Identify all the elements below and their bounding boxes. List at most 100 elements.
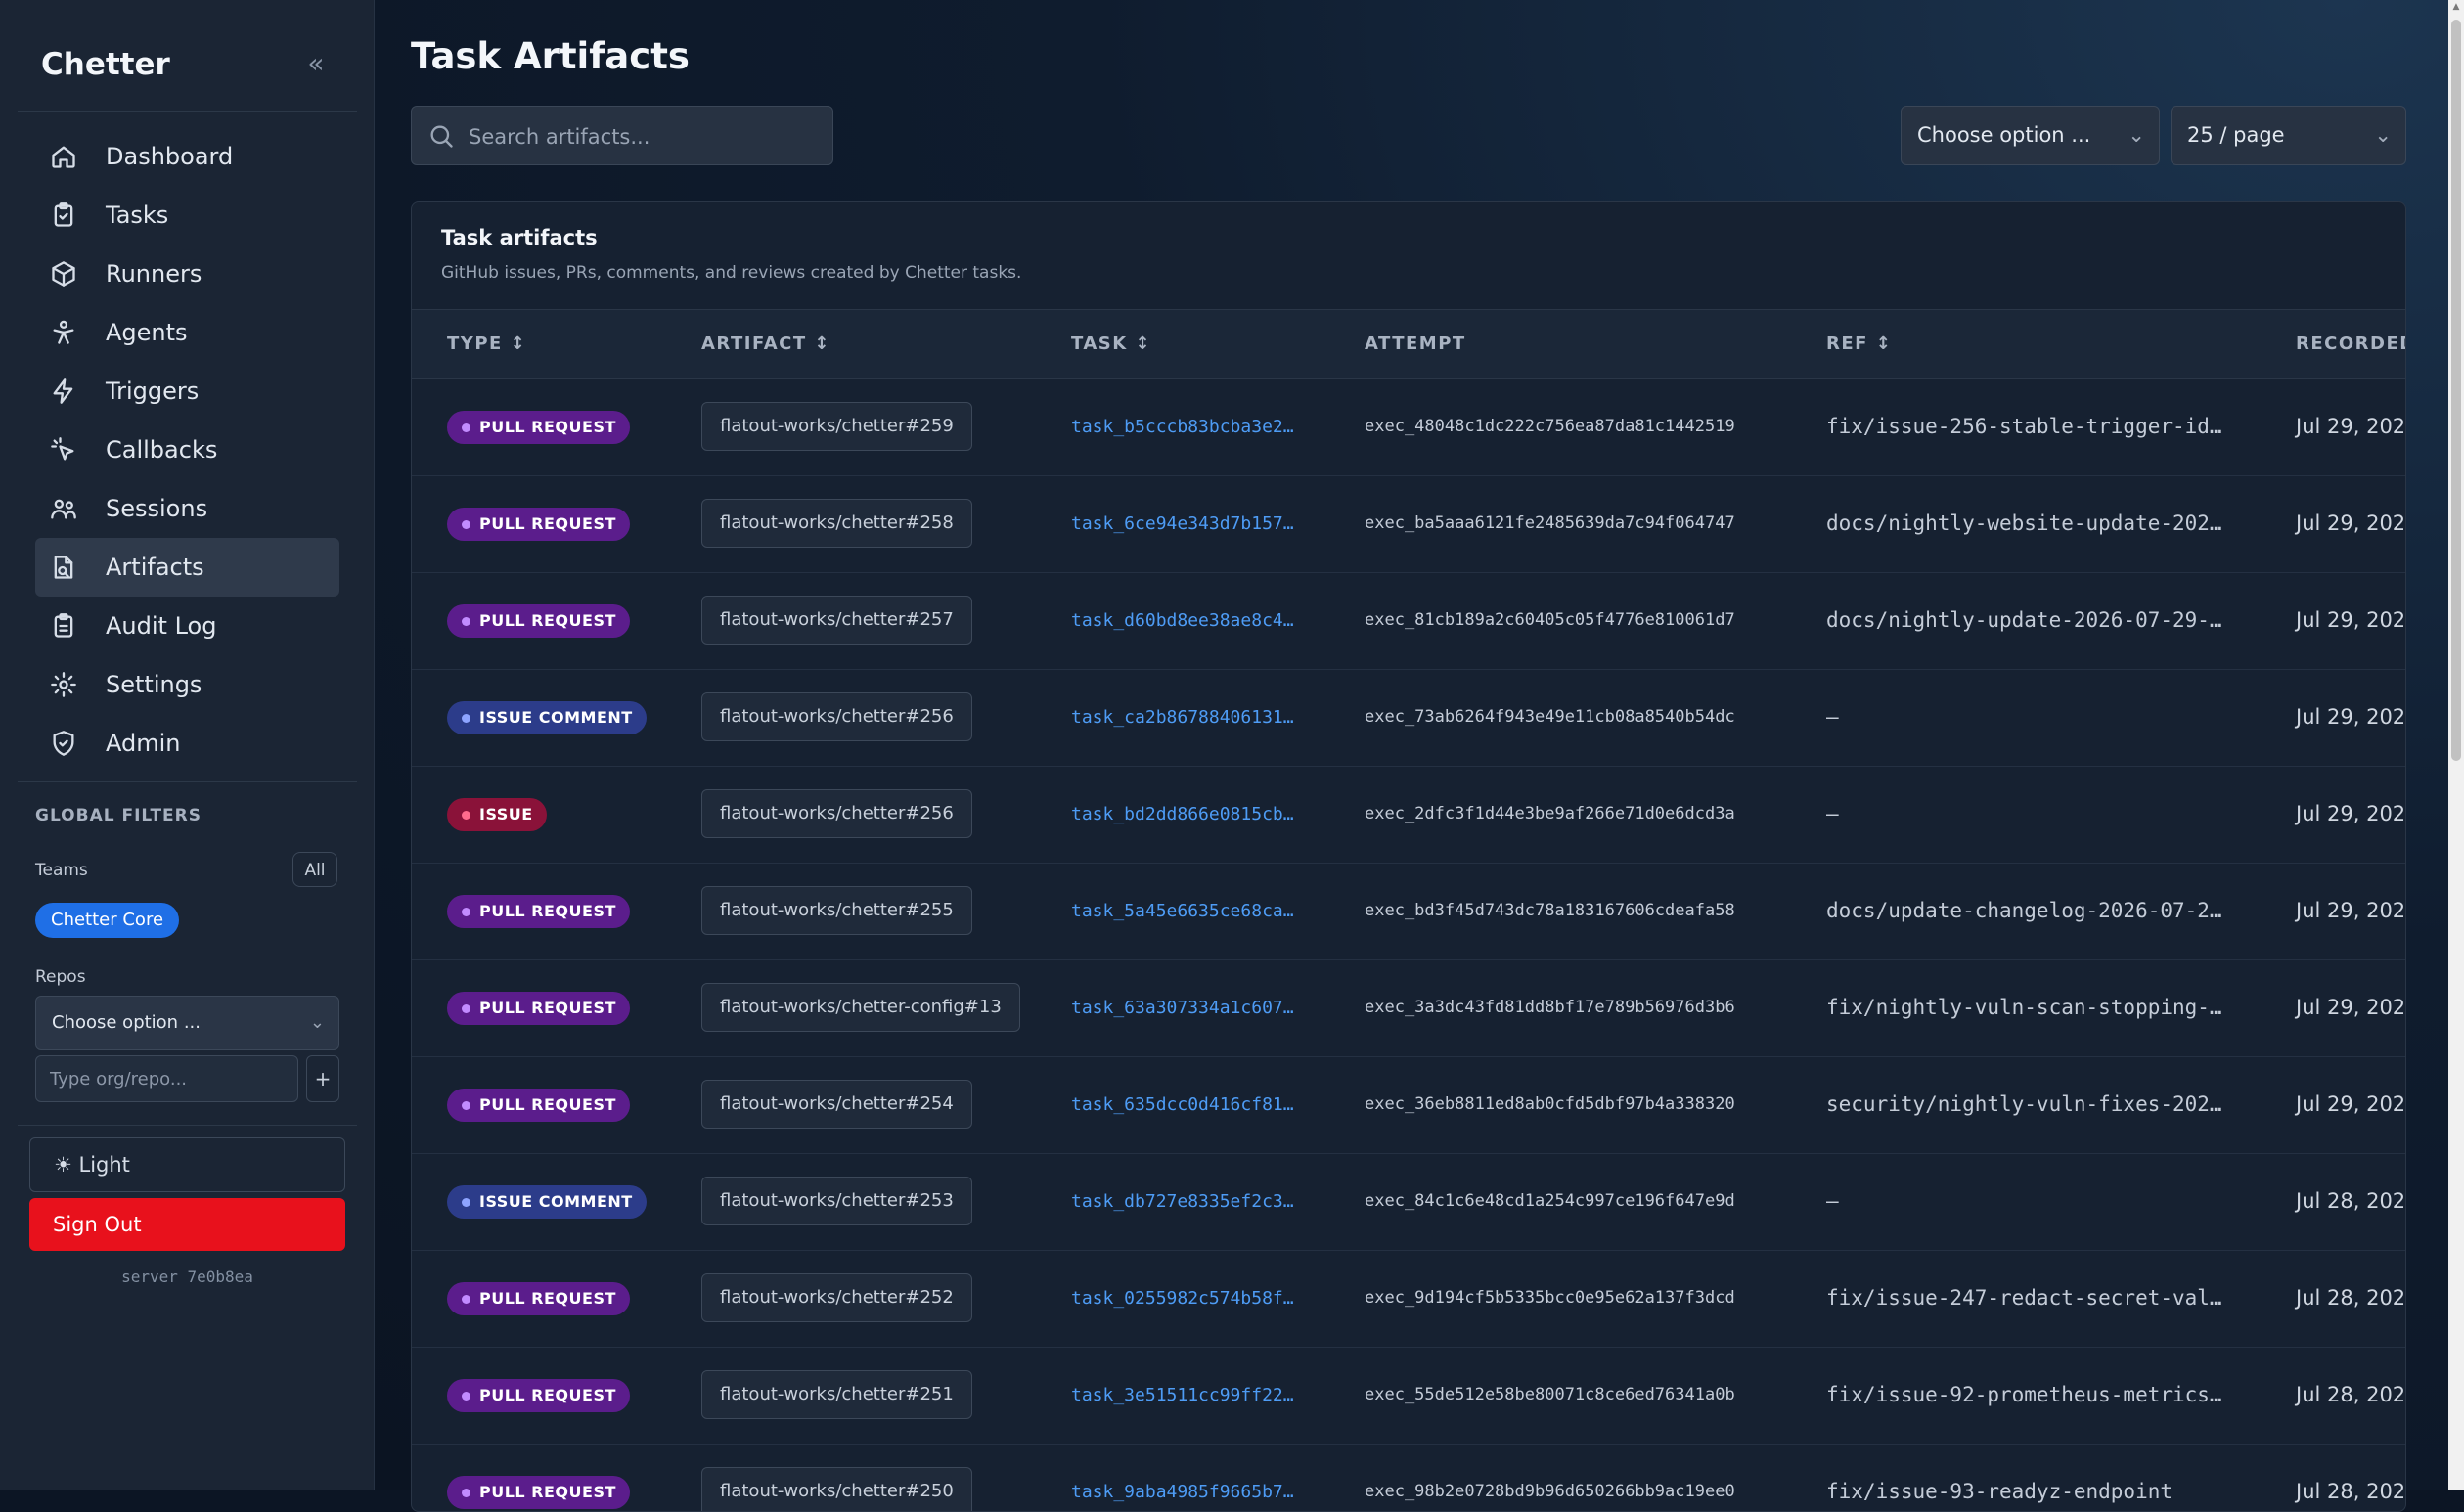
table-row[interactable]: PULL REQUEST flatout-works/chetter#255 tas… [412,863,2405,960]
sidebar-item-agents[interactable]: Agents [35,303,339,362]
type-badge: PULL REQUEST [447,1282,630,1315]
teams-label: Teams [35,861,88,880]
table-row[interactable]: PULL REQUEST flatout-works/chetter#259 tas… [412,378,2406,476]
artifact-link[interactable]: flatout-works/chetter#254 [701,1080,972,1129]
table-row[interactable]: ISSUE flatout-works/chetter#256 task_bd2dd… [412,766,2405,864]
column-task[interactable]: TASK ↕ [1071,310,1151,378]
sidebar-item-sessions[interactable]: Sessions [35,479,339,538]
recorded-date: Jul 29, 2026 [2296,415,2406,438]
type-badge: PULL REQUEST [447,1379,630,1412]
artifact-link[interactable]: flatout-works/chetter#251 [701,1370,972,1419]
sidebar-item-settings[interactable]: Settings [35,655,339,714]
task-link[interactable]: task_635dcc0d416cf81… [1071,1056,1294,1153]
artifact-link[interactable]: flatout-works/chetter#252 [701,1273,972,1322]
page-size-value: 25 / page [2187,123,2285,147]
add-repo-button[interactable]: + [306,1055,339,1102]
sidebar-item-label: Runners [106,260,202,288]
sign-out-button[interactable]: Sign Out [29,1198,345,1251]
attempt-id: exec_84c1c6e48cd1a254c997ce196f647e9d [1365,1191,1735,1211]
sidebar-item-label: Triggers [106,378,200,405]
sidebar-item-runners[interactable]: Runners [35,245,339,303]
artifact-link[interactable]: flatout-works/chetter#250 [701,1467,972,1511]
artifacts-card: Task artifacts GitHub issues, PRs, comme… [411,201,2406,1512]
type-badge: PULL REQUEST [447,1476,630,1509]
task-link[interactable]: task_bd2dd866e0815cb… [1071,766,1294,863]
brand-logo[interactable]: Chetter [41,47,170,82]
type-badge: ISSUE COMMENT [447,701,647,734]
type-badge: PULL REQUEST [447,411,630,444]
sidebar-item-dashboard[interactable]: Dashboard [35,127,339,186]
recorded-date: Jul 28, 2026 [2296,1480,2406,1503]
home-icon [49,142,78,171]
chevron-down-icon: ⌄ [309,1012,325,1033]
table-row[interactable]: ISSUE COMMENT flatout-works/chetter#256 ta… [412,669,2405,767]
ref-branch: — [1826,705,1839,729]
page-scrollbar[interactable]: ▲ [2448,0,2464,1490]
search-input[interactable] [467,107,823,166]
task-link[interactable]: task_6ce94e343d7b157… [1071,475,1294,572]
recorded-date: Jul 28, 2026 [2296,1383,2406,1406]
task-link[interactable]: task_63a307334a1c607… [1071,959,1294,1056]
ref-branch: security/nightly-vuln-fixes-202… [1826,1092,2222,1116]
recorded-date: Jul 29, 2026 [2296,511,2406,535]
sidebar-item-tasks[interactable]: Tasks [35,186,339,245]
chevron-down-icon: ⌄ [2128,123,2145,147]
table-row[interactable]: PULL REQUEST flatout-works/chetter#251 tas… [412,1347,2406,1445]
artifact-link[interactable]: flatout-works/chetter#256 [701,692,972,741]
search-box[interactable] [411,106,833,166]
pointer-icon [49,435,78,465]
task-link[interactable]: task_0255982c574b58f… [1071,1250,1294,1347]
attempt-id: exec_ba5aaa6121fe2485639da7c94f064747 [1365,513,1735,533]
page-size-select[interactable]: 25 / page ⌄ [2171,106,2406,165]
artifact-link[interactable]: flatout-works/chetter#255 [701,886,972,935]
column-ref[interactable]: REF ↕ [1826,310,1892,378]
task-link[interactable]: task_d60bd8ee38ae8c4… [1071,572,1294,669]
scroll-up-arrow-icon[interactable]: ▲ [2451,2,2461,16]
table-row[interactable]: PULL REQUEST flatout-works/chetter#250 tas… [412,1444,2406,1511]
repos-select-value: Choose option ... [52,1012,201,1033]
task-link[interactable]: task_5a45e6635ce68ca… [1071,863,1294,959]
column-artifact[interactable]: ARTIFACT ↕ [701,310,830,378]
card-subtitle: GitHub issues, PRs, comments, and review… [441,263,1022,283]
task-link[interactable]: task_9aba4985f9665b7… [1071,1444,1294,1511]
artifact-icon [49,553,78,582]
repos-select[interactable]: Choose option ... ⌄ [35,996,339,1050]
divider [18,1125,357,1126]
repo-input[interactable] [35,1055,298,1102]
theme-toggle-button[interactable]: ☀ Light [29,1137,345,1192]
table-row[interactable]: PULL REQUEST flatout-works/chetter#257 tas… [412,572,2405,670]
teams-all-button[interactable]: All [292,852,337,887]
table-row[interactable]: PULL REQUEST flatout-works/chetter#252 tas… [412,1250,2405,1348]
sidebar-item-admin[interactable]: Admin [35,714,339,773]
sidebar-item-triggers[interactable]: Triggers [35,362,339,421]
team-chip-chetter-core[interactable]: Chetter Core [35,903,180,938]
scroll-thumb[interactable] [2451,20,2461,761]
table-row[interactable]: PULL REQUEST flatout-works/chetter#254 tas… [412,1056,2405,1154]
type-badge: ISSUE COMMENT [447,1185,647,1219]
repos-label: Repos [35,967,86,987]
task-link[interactable]: task_3e51511cc99ff22… [1071,1347,1294,1444]
table-row[interactable]: PULL REQUEST flatout-works/chetter#258 tas… [412,475,2406,573]
task-link[interactable]: task_ca2b86788406131… [1071,669,1294,766]
type-badge: PULL REQUEST [447,992,630,1025]
artifact-link[interactable]: flatout-works/chetter#256 [701,789,972,838]
sidebar-item-callbacks[interactable]: Callbacks [35,421,339,479]
attempt-id: exec_3a3dc43fd81dd8bf17e789b56976d3b6 [1365,998,1735,1017]
shield-icon [49,729,78,758]
sidebar-item-artifacts[interactable]: Artifacts [35,538,339,597]
artifact-link[interactable]: flatout-works/chetter#253 [701,1177,972,1225]
type-filter-select[interactable]: Choose option ... ⌄ [1901,106,2160,165]
task-link[interactable]: task_b5cccb83bcba3e2… [1071,378,1294,475]
sidebar-item-audit-log[interactable]: Audit Log [35,597,339,655]
artifact-link[interactable]: flatout-works/chetter-config#13 [701,983,1020,1032]
column-recorded[interactable]: RECORDED [2296,310,2405,378]
artifact-link[interactable]: flatout-works/chetter#258 [701,499,972,548]
table-row[interactable]: ISSUE COMMENT flatout-works/chetter#253 ta… [412,1153,2405,1251]
artifact-link[interactable]: flatout-works/chetter#259 [701,402,972,451]
column-type[interactable]: TYPE ↕ [447,310,526,378]
artifact-link[interactable]: flatout-works/chetter#257 [701,596,972,645]
table-row[interactable]: PULL REQUEST flatout-works/chetter-config… [412,959,2405,1057]
task-link[interactable]: task_db727e8335ef2c3… [1071,1153,1294,1250]
collapse-sidebar-icon[interactable]: « [301,50,331,80]
attempt-id: exec_2dfc3f1d44e3be9af266e71d0e6dcd3a [1365,804,1735,823]
